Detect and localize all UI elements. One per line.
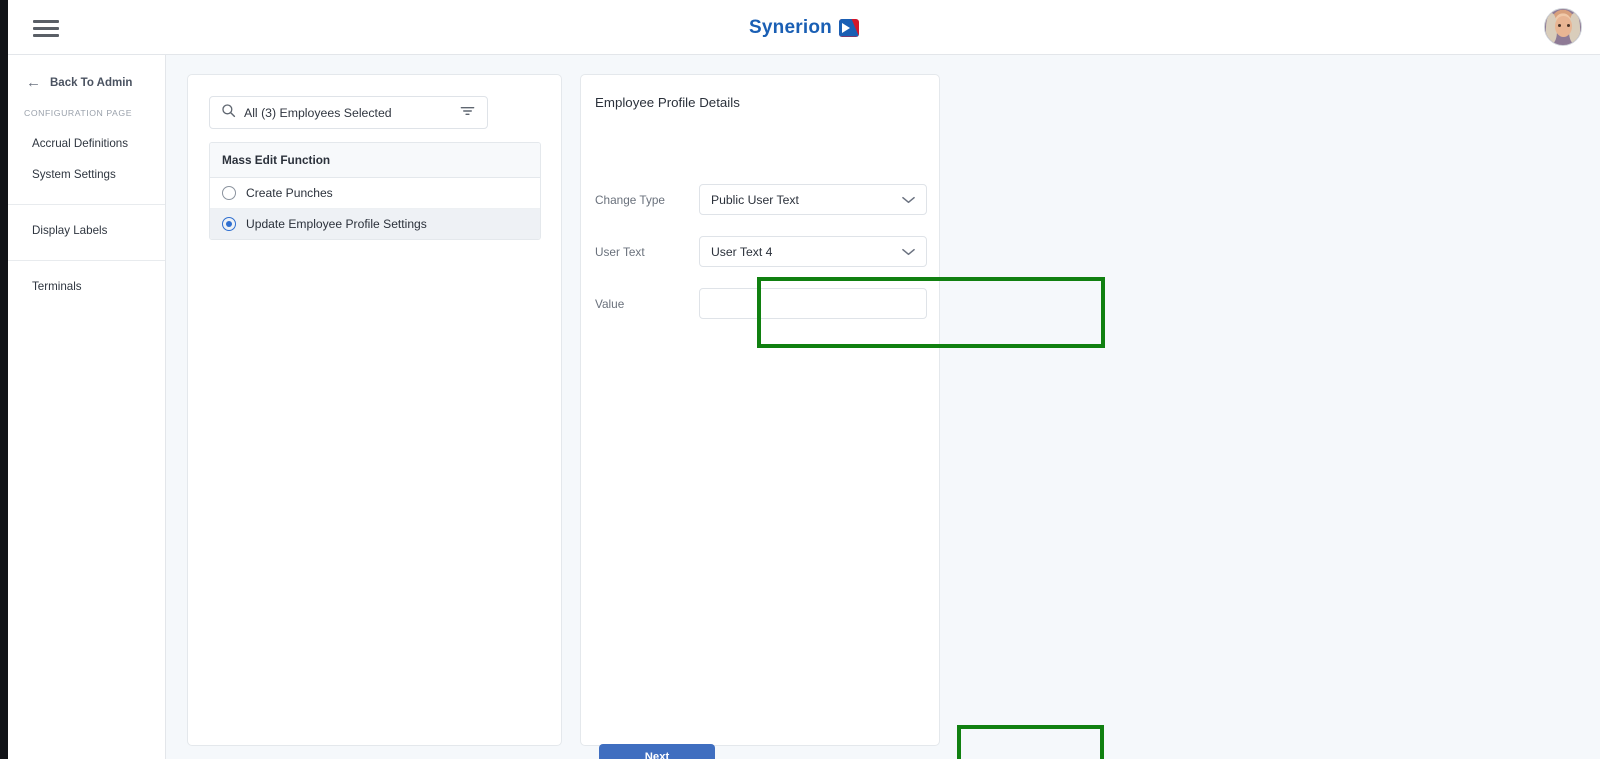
value-label: Value — [595, 296, 625, 311]
user-text-label: User Text — [595, 244, 645, 259]
chevron-down-icon — [902, 193, 915, 207]
mass-edit-card: All (3) Employees Selected Mass Edit Fun… — [187, 74, 562, 746]
sidebar: ← Back To Admin CONFIGURATION PAGE Accru… — [8, 55, 166, 759]
radio-selected-icon — [222, 217, 236, 231]
back-to-admin-label: Back To Admin — [50, 76, 133, 89]
search-icon — [221, 103, 236, 123]
sidebar-item-system-settings[interactable]: System Settings — [8, 159, 165, 190]
sidebar-group-terminals: Terminals — [8, 260, 165, 316]
mass-edit-function-list: Mass Edit Function Create Punches Update… — [209, 142, 541, 240]
top-header-bar: Synerion — [8, 0, 1600, 55]
annotation-box-next-button — [957, 725, 1104, 759]
avatar-eye — [1567, 24, 1570, 27]
brand-name: Synerion — [749, 16, 832, 38]
hamburger-line — [33, 26, 59, 30]
synerion-logo-mark-icon — [838, 18, 859, 37]
user-text-value: User Text 4 — [711, 244, 773, 259]
brand-logo: Synerion — [8, 0, 1600, 55]
chevron-down-icon — [902, 245, 915, 259]
employee-search-value: All (3) Employees Selected — [244, 105, 392, 120]
main-content: All (3) Employees Selected Mass Edit Fun… — [167, 55, 1600, 759]
user-text-select[interactable]: User Text 4 — [699, 236, 927, 267]
filter-icon[interactable] — [460, 104, 475, 122]
mass-edit-function-header: Mass Edit Function — [210, 143, 540, 178]
back-to-admin-link[interactable]: ← Back To Admin — [8, 55, 165, 106]
change-type-select[interactable]: Public User Text — [699, 184, 927, 215]
sidebar-item-terminals[interactable]: Terminals — [8, 271, 165, 302]
arrow-left-icon: ← — [26, 74, 41, 91]
change-type-label: Change Type — [595, 192, 665, 207]
sidebar-section-caption: CONFIGURATION PAGE — [24, 108, 133, 118]
left-edge-rail — [0, 0, 8, 759]
sidebar-group-display: Display Labels — [8, 204, 165, 260]
app-root: Synerion ← Back To Admin CONFIGURATION P… — [0, 0, 1600, 759]
avatar-eye — [1558, 24, 1561, 27]
mass-edit-option-create-punches[interactable]: Create Punches — [210, 178, 540, 209]
hamburger-menu-icon[interactable] — [27, 14, 65, 42]
option-label: Create Punches — [246, 186, 333, 200]
change-type-row: Change Type Public User Text — [581, 184, 941, 215]
radio-icon — [222, 186, 236, 200]
employee-search-box[interactable]: All (3) Employees Selected — [209, 96, 488, 129]
user-text-row: User Text User Text 4 — [581, 236, 941, 267]
user-avatar[interactable] — [1544, 8, 1582, 46]
sidebar-group-configuration: Accrual Definitions System Settings — [8, 118, 165, 204]
mass-edit-option-update-employee-profile-settings[interactable]: Update Employee Profile Settings — [210, 209, 540, 239]
option-label: Update Employee Profile Settings — [246, 217, 427, 231]
sidebar-item-accrual-definitions[interactable]: Accrual Definitions — [8, 128, 165, 159]
sidebar-item-display-labels[interactable]: Display Labels — [8, 215, 165, 246]
hamburger-line — [33, 33, 59, 37]
employee-profile-details-card: Employee Profile Details Change Type Pub… — [580, 74, 941, 759]
hamburger-line — [33, 19, 59, 23]
value-input[interactable] — [699, 288, 927, 319]
change-type-value: Public User Text — [711, 192, 799, 207]
next-button[interactable]: Next — [599, 744, 715, 759]
panel-title: Employee Profile Details — [595, 95, 740, 110]
value-row: Value — [581, 288, 941, 319]
